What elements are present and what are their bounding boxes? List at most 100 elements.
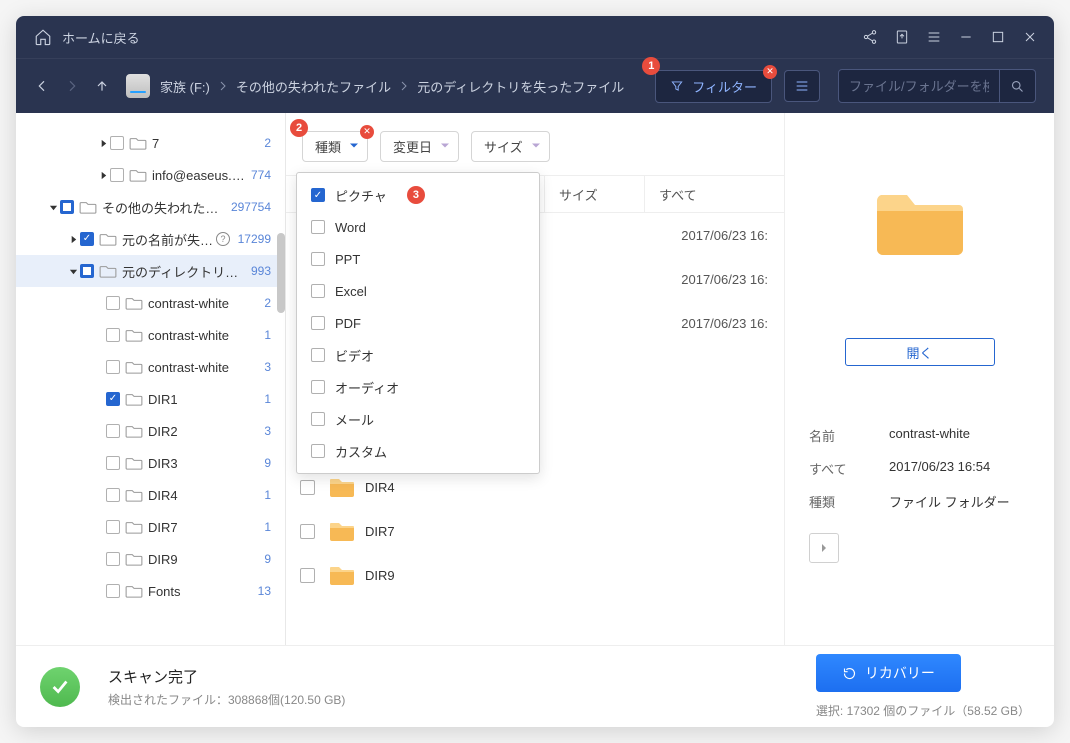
checkbox[interactable] — [106, 328, 120, 342]
tree-item[interactable]: DIR99 — [16, 543, 285, 575]
checkbox[interactable] — [300, 480, 315, 495]
dropdown-label: ビデオ — [335, 346, 374, 365]
tree-item[interactable]: contrast-white3 — [16, 351, 285, 383]
chip-type[interactable]: 2 種類 ✕ — [302, 131, 368, 162]
tree-label: DIR4 — [148, 488, 178, 503]
chip-type-close-icon[interactable]: ✕ — [360, 125, 374, 139]
checkbox[interactable] — [300, 568, 315, 583]
checkbox[interactable] — [106, 392, 120, 406]
caret-icon[interactable] — [46, 203, 60, 212]
badge-1: 1 — [642, 57, 660, 75]
dropdown-label: Word — [335, 220, 366, 235]
breadcrumb-2[interactable]: 元のディレクトリを失ったファイル — [417, 77, 624, 96]
chevron-right-icon — [819, 543, 829, 553]
row-date: 2017/06/23 16: — [644, 316, 784, 331]
dropdown-item[interactable]: ビデオ — [297, 339, 539, 371]
export-icon[interactable] — [894, 29, 910, 45]
tree-item[interactable]: 元の名前が失…?17299 — [16, 223, 285, 255]
dropdown-item[interactable]: PDF — [297, 307, 539, 339]
filter-close-icon[interactable]: ✕ — [763, 65, 777, 79]
type-dropdown[interactable]: ピクチャ3 Word PPTExcel PDF ビデオオーディオメールカスタム — [296, 172, 540, 474]
checkbox[interactable] — [311, 412, 325, 426]
tree-item[interactable]: DIR23 — [16, 415, 285, 447]
breadcrumb-disk[interactable]: 家族 (F:) — [160, 77, 210, 96]
checkbox[interactable] — [311, 348, 325, 362]
chevron-down-icon — [531, 141, 541, 151]
caret-icon[interactable] — [66, 267, 80, 276]
search-button[interactable] — [999, 70, 1035, 102]
minimize-icon[interactable] — [958, 29, 974, 45]
col-date[interactable]: すべて — [644, 176, 784, 212]
checkbox[interactable] — [106, 360, 120, 374]
tree-item[interactable]: contrast-white1 — [16, 319, 285, 351]
caret-icon[interactable] — [96, 171, 110, 180]
checkbox[interactable] — [106, 552, 120, 566]
scrollbar[interactable] — [277, 233, 285, 313]
checkbox[interactable] — [80, 232, 94, 246]
checkbox[interactable] — [110, 168, 124, 182]
tree-item[interactable]: DIR39 — [16, 447, 285, 479]
filter-button[interactable]: 1 フィルター ✕ — [655, 70, 772, 103]
nav-back-icon[interactable] — [34, 78, 50, 94]
tree-item[interactable]: Fonts13 — [16, 575, 285, 607]
tree-item[interactable]: DIR71 — [16, 511, 285, 543]
dropdown-item[interactable]: Excel — [297, 275, 539, 307]
checkbox[interactable] — [106, 296, 120, 310]
maximize-icon[interactable] — [990, 29, 1006, 45]
menu-icon[interactable] — [926, 29, 942, 45]
tree-item[interactable]: info@easeus.…774 — [16, 159, 285, 191]
open-button[interactable]: 開く — [845, 338, 995, 366]
nav-forward-icon[interactable] — [64, 78, 80, 94]
close-icon[interactable] — [1022, 29, 1038, 45]
checkbox[interactable] — [311, 284, 325, 298]
tree-item[interactable]: contrast-white2 — [16, 287, 285, 319]
checkbox[interactable] — [311, 188, 325, 202]
dropdown-item[interactable]: Word — [297, 211, 539, 243]
chip-size[interactable]: サイズ — [471, 131, 550, 162]
tree-item[interactable]: DIR41 — [16, 479, 285, 511]
caret-icon[interactable] — [96, 139, 110, 148]
tree-item[interactable]: 72 — [16, 127, 285, 159]
checkbox[interactable] — [60, 200, 74, 214]
checkbox[interactable] — [311, 316, 325, 330]
tree-count: 993 — [251, 264, 277, 278]
dropdown-item[interactable]: オーディオ — [297, 371, 539, 403]
dropdown-item[interactable]: カスタム — [297, 435, 539, 467]
tree-item[interactable]: DIR11 — [16, 383, 285, 415]
table-row[interactable]: DIR7 — [286, 509, 784, 553]
share-icon[interactable] — [862, 29, 878, 45]
tree-count: 2 — [264, 136, 277, 150]
checkbox[interactable] — [110, 136, 124, 150]
col-size[interactable]: サイズ — [544, 176, 644, 212]
dropdown-item[interactable]: メール — [297, 403, 539, 435]
tree-item[interactable]: 元のディレクトリを失っ…993 — [16, 255, 285, 287]
checkbox[interactable] — [311, 252, 325, 266]
search-input[interactable] — [839, 72, 999, 101]
checkbox[interactable] — [106, 488, 120, 502]
checkbox[interactable] — [311, 220, 325, 234]
caret-icon[interactable] — [66, 235, 80, 244]
dropdown-item[interactable]: PPT — [297, 243, 539, 275]
recover-button[interactable]: リカバリー — [816, 654, 961, 692]
tree-label: contrast-white — [148, 296, 229, 311]
checkbox[interactable] — [300, 524, 315, 539]
table-row[interactable]: DIR9 — [286, 553, 784, 597]
checkbox[interactable] — [106, 584, 120, 598]
view-list-button[interactable] — [784, 70, 820, 102]
checkbox[interactable] — [311, 444, 325, 458]
checkbox[interactable] — [80, 264, 94, 278]
tree-label: DIR9 — [148, 552, 178, 567]
checkbox[interactable] — [106, 424, 120, 438]
next-button[interactable] — [809, 533, 839, 563]
nav-up-icon[interactable] — [94, 78, 110, 94]
checkbox[interactable] — [311, 380, 325, 394]
help-icon[interactable]: ? — [216, 232, 230, 246]
dropdown-label: PDF — [335, 316, 361, 331]
home-button[interactable]: ホームに戻る — [34, 28, 140, 47]
chip-date[interactable]: 変更日 — [380, 131, 459, 162]
dropdown-item[interactable]: ピクチャ3 — [297, 179, 539, 211]
tree-item[interactable]: その他の失われたフ…297754 — [16, 191, 285, 223]
checkbox[interactable] — [106, 456, 120, 470]
breadcrumb-1[interactable]: その他の失われたファイル — [236, 77, 391, 96]
checkbox[interactable] — [106, 520, 120, 534]
